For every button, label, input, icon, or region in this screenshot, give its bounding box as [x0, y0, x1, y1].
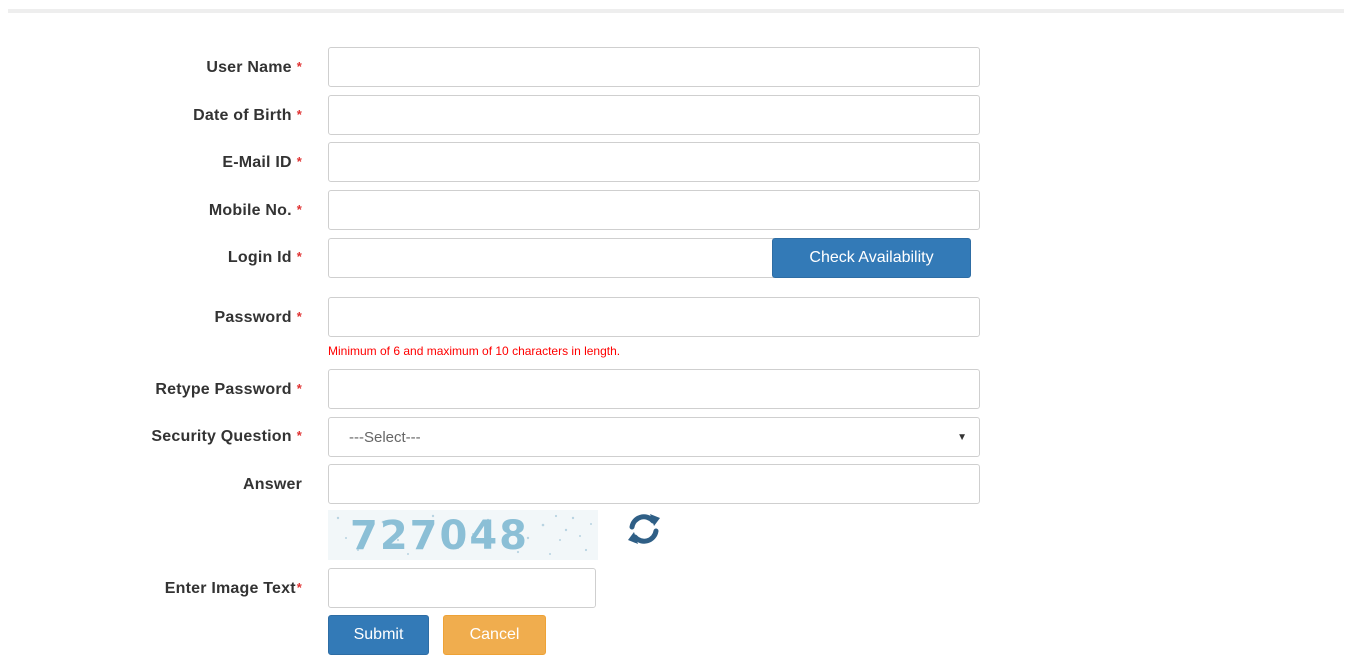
answer-input[interactable]	[328, 464, 980, 504]
password-hint: Minimum of 6 and maximum of 10 character…	[328, 344, 621, 358]
caret-down-icon: ▼	[957, 431, 967, 443]
mobile-label: Mobile No. *	[208, 202, 302, 219]
username-label: User Name *	[206, 59, 302, 76]
answer-label: Answer	[243, 476, 302, 493]
captcha-image: 727048	[328, 510, 598, 560]
required-marker: *	[296, 381, 302, 396]
retype-password-input[interactable]	[328, 369, 980, 409]
required-marker: *	[296, 249, 302, 264]
password-input[interactable]	[328, 297, 980, 337]
login-id-label: Login Id *	[227, 249, 302, 266]
mobile-input[interactable]	[328, 190, 980, 230]
security-question-label: Security Question *	[151, 428, 302, 445]
required-marker: *	[296, 154, 302, 169]
login-id-input[interactable]	[328, 238, 774, 278]
cancel-button[interactable]: Cancel	[443, 615, 546, 655]
top-divider	[8, 9, 1344, 13]
required-marker: *	[296, 428, 302, 443]
security-question-value: ---Select---	[349, 428, 421, 446]
check-availability-button[interactable]: Check Availability	[772, 238, 971, 278]
required-marker: *	[296, 580, 302, 595]
email-label: E-Mail ID *	[222, 154, 302, 171]
required-marker: *	[296, 107, 302, 122]
required-marker: *	[296, 309, 302, 324]
submit-button[interactable]: Submit	[328, 615, 429, 655]
required-marker: *	[296, 202, 302, 217]
required-marker: *	[296, 59, 302, 74]
captcha-text: 727048	[350, 513, 529, 559]
dob-label: Date of Birth *	[193, 107, 302, 124]
retype-password-label: Retype Password *	[155, 381, 302, 398]
image-text-label: Enter Image Text*	[164, 580, 302, 597]
password-label: Password *	[214, 309, 302, 326]
email-input[interactable]	[328, 142, 980, 182]
dob-input[interactable]	[328, 95, 980, 135]
security-question-select[interactable]: ---Select--- ▼	[328, 417, 980, 457]
username-input[interactable]	[328, 47, 980, 87]
refresh-icon[interactable]	[624, 512, 664, 546]
image-text-input[interactable]	[328, 568, 596, 608]
